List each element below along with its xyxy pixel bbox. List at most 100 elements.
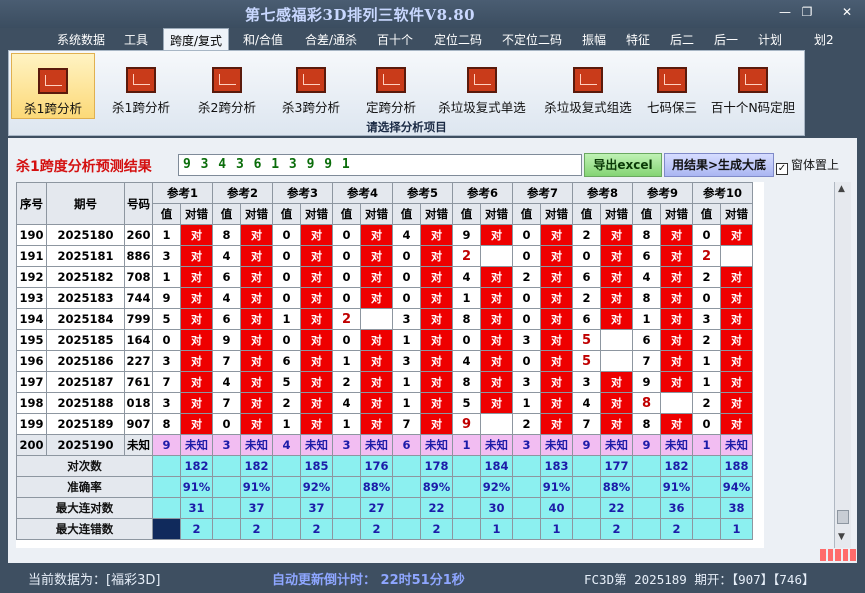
check-cell: 对 bbox=[600, 287, 633, 309]
column-header: 对错 bbox=[600, 203, 633, 225]
column-header: 对错 bbox=[420, 203, 453, 225]
ribbon-button[interactable]: 七码保三 bbox=[641, 53, 703, 119]
check-cell: 对 bbox=[300, 266, 333, 288]
ribbon-button[interactable]: 杀1跨分析 bbox=[11, 53, 95, 119]
check-cell: 对 bbox=[180, 287, 213, 309]
menu-item[interactable]: 合差/通杀 bbox=[303, 31, 359, 48]
table-row[interactable]: 198 2025188 018 3 对 7 对 2 对 4 对 1 对 5 对 1 对 4 对 8 2 对 bbox=[16, 392, 753, 414]
scroll-thumb[interactable] bbox=[837, 510, 849, 524]
stat-value: 2 bbox=[180, 518, 213, 540]
table-row[interactable]: 195 2025185 164 0 对 9 对 0 对 0 对 1 对 0 对 3 对 5 6 对 2 对 bbox=[16, 329, 753, 351]
scroll-up-icon[interactable]: ▲ bbox=[838, 184, 845, 194]
value-cell: 4 bbox=[452, 266, 481, 288]
restore-button[interactable]: ❐ bbox=[798, 5, 816, 19]
menu-item[interactable]: 和/合值 bbox=[241, 31, 285, 48]
menu-item[interactable]: 百十个 bbox=[375, 31, 415, 48]
menu-item[interactable]: 定位二码 bbox=[432, 31, 484, 48]
check-cell: 对 bbox=[360, 266, 393, 288]
value-cell: 9 bbox=[152, 434, 181, 456]
table-row[interactable]: 193 2025183 744 9 对 4 对 0 对 0 对 0 对 1 对 0 对 2 对 8 对 0 对 bbox=[16, 287, 753, 309]
menu-item[interactable]: 计划 bbox=[756, 31, 784, 48]
check-cell: 对 bbox=[540, 413, 573, 435]
table-row[interactable]: 196 2025186 227 3 对 7 对 6 对 1 对 3 对 4 对 0 对 5 7 对 1 对 bbox=[16, 350, 753, 372]
column-header: 对错 bbox=[660, 203, 693, 225]
ribbon-button[interactable]: 杀2跨分析 bbox=[187, 53, 267, 119]
value-cell: 0 bbox=[512, 308, 541, 330]
ribbon-button[interactable]: 百十个N码定胆 bbox=[705, 53, 801, 119]
stat-value: 31 bbox=[180, 497, 213, 519]
generate-base-button[interactable]: 用结果>生成大底 bbox=[664, 153, 774, 177]
stat-value: 2 bbox=[600, 518, 633, 540]
check-cell: 对 bbox=[180, 413, 213, 435]
check-cell: 对 bbox=[240, 413, 273, 435]
scroll-down-icon[interactable]: ▼ bbox=[838, 532, 845, 542]
export-excel-button[interactable]: 导出excel bbox=[584, 153, 662, 177]
group-header: 参考9 bbox=[632, 182, 693, 204]
menu-item[interactable]: 后二 bbox=[668, 31, 696, 48]
check-cell: 对 bbox=[300, 308, 333, 330]
pending-row[interactable]: 200 2025190 未知 9 未知 3 未知 4 未知 3 未知 6 未知 1 未知 3 未知 9 未知 9 未知 1… bbox=[16, 434, 753, 456]
close-button[interactable]: ✕ bbox=[838, 5, 856, 19]
menu-item[interactable]: 后一 bbox=[712, 31, 740, 48]
ribbon-button[interactable]: 杀垃圾复式单选 bbox=[430, 53, 534, 119]
minimize-button[interactable]: — bbox=[776, 5, 794, 19]
table-row[interactable]: 199 2025189 907 8 对 0 对 1 对 1 对 7 对 9 2 对 7 对 8 对 0 对 bbox=[16, 413, 753, 435]
stat-value: 91% bbox=[660, 476, 693, 498]
ribbon-button[interactable]: 定跨分析 bbox=[355, 53, 427, 119]
column-header: 值 bbox=[212, 203, 241, 225]
menu-item[interactable]: 工具 bbox=[122, 31, 150, 48]
check-cell: 对 bbox=[720, 413, 753, 435]
check-cell: 未知 bbox=[420, 434, 453, 456]
value-cell: 8 bbox=[632, 224, 661, 246]
check-cell: 对 bbox=[420, 266, 453, 288]
check-cell: 对 bbox=[480, 308, 513, 330]
column-header: 对错 bbox=[480, 203, 513, 225]
table-row[interactable]: 197 2025187 761 7 对 4 对 5 对 2 对 1 对 8 对 3 对 3 对 9 对 1 对 bbox=[16, 371, 753, 393]
menu-item[interactable]: 跨度/复式 bbox=[163, 28, 230, 50]
check-cell: 对 bbox=[540, 329, 573, 351]
check-cell: 对 bbox=[360, 329, 393, 351]
check-cell: 对 bbox=[420, 308, 453, 330]
stat-spacer bbox=[332, 518, 361, 540]
check-cell: 对 bbox=[480, 392, 513, 414]
check-cell: 对 bbox=[300, 224, 333, 246]
menu-item[interactable]: 振幅 bbox=[580, 31, 608, 48]
value-cell: 5 bbox=[152, 308, 181, 330]
value-cell: 0 bbox=[512, 287, 541, 309]
check-cell: 对 bbox=[480, 266, 513, 288]
value-cell: 1 bbox=[452, 287, 481, 309]
check-cell: 对 bbox=[720, 329, 753, 351]
menu-item[interactable]: 特征 bbox=[624, 31, 652, 48]
stat-spacer bbox=[212, 497, 241, 519]
value-cell: 6 bbox=[632, 245, 661, 267]
stat-value: 30 bbox=[480, 497, 513, 519]
menu-item[interactable]: 系统数据 bbox=[55, 31, 107, 48]
group-header: 参考4 bbox=[332, 182, 393, 204]
check-cell: 对 bbox=[420, 350, 453, 372]
value-cell: 1 bbox=[692, 371, 721, 393]
ribbon-button[interactable]: 杀垃圾复式组选 bbox=[537, 53, 639, 119]
check-cell: 对 bbox=[660, 245, 693, 267]
value-cell: 2 bbox=[512, 413, 541, 435]
vertical-scrollbar[interactable]: ▲ ▼ bbox=[834, 182, 851, 548]
value-cell: 0 bbox=[692, 413, 721, 435]
ribbon-button[interactable]: 杀3跨分析 bbox=[271, 53, 351, 119]
ribbon-button[interactable]: 杀1跨分析 bbox=[101, 53, 181, 119]
table-row[interactable]: 192 2025182 708 1 对 6 对 0 对 0 对 0 对 4 对 2 对 6 对 4 对 2 对 bbox=[16, 266, 753, 288]
value-cell: 6 bbox=[572, 266, 601, 288]
chart-icon bbox=[212, 67, 242, 93]
table-row[interactable]: 194 2025184 799 5 对 6 对 1 对 2 3 对 8 对 0 对 6 对 1 对 3 对 bbox=[16, 308, 753, 330]
stat-value: 2 bbox=[240, 518, 273, 540]
topmost-checkbox[interactable]: ✓ 窗体置上 bbox=[776, 156, 839, 175]
stat-value: 184 bbox=[480, 455, 513, 477]
table-row[interactable]: 190 2025180 260 1 对 8 对 0 对 0 对 4 对 9 对 0 对 2 对 8 对 0 对 bbox=[16, 224, 753, 246]
ribbon-button-label: 杀垃圾复式组选 bbox=[544, 100, 632, 115]
value-cell: 7 bbox=[212, 392, 241, 414]
result-field[interactable]: 9 3 4 3 6 1 3 9 9 1 bbox=[178, 154, 582, 176]
menu-item[interactable]: 划2 bbox=[812, 31, 836, 48]
value-cell: 3 bbox=[152, 245, 181, 267]
value-cell: 3 bbox=[332, 434, 361, 456]
seq-cell: 193 bbox=[16, 287, 47, 309]
menu-item[interactable]: 不定位二码 bbox=[500, 31, 564, 48]
table-row[interactable]: 191 2025181 886 3 对 4 对 0 对 0 对 0 对 2 0 对 0 对 6 对 2 bbox=[16, 245, 753, 267]
